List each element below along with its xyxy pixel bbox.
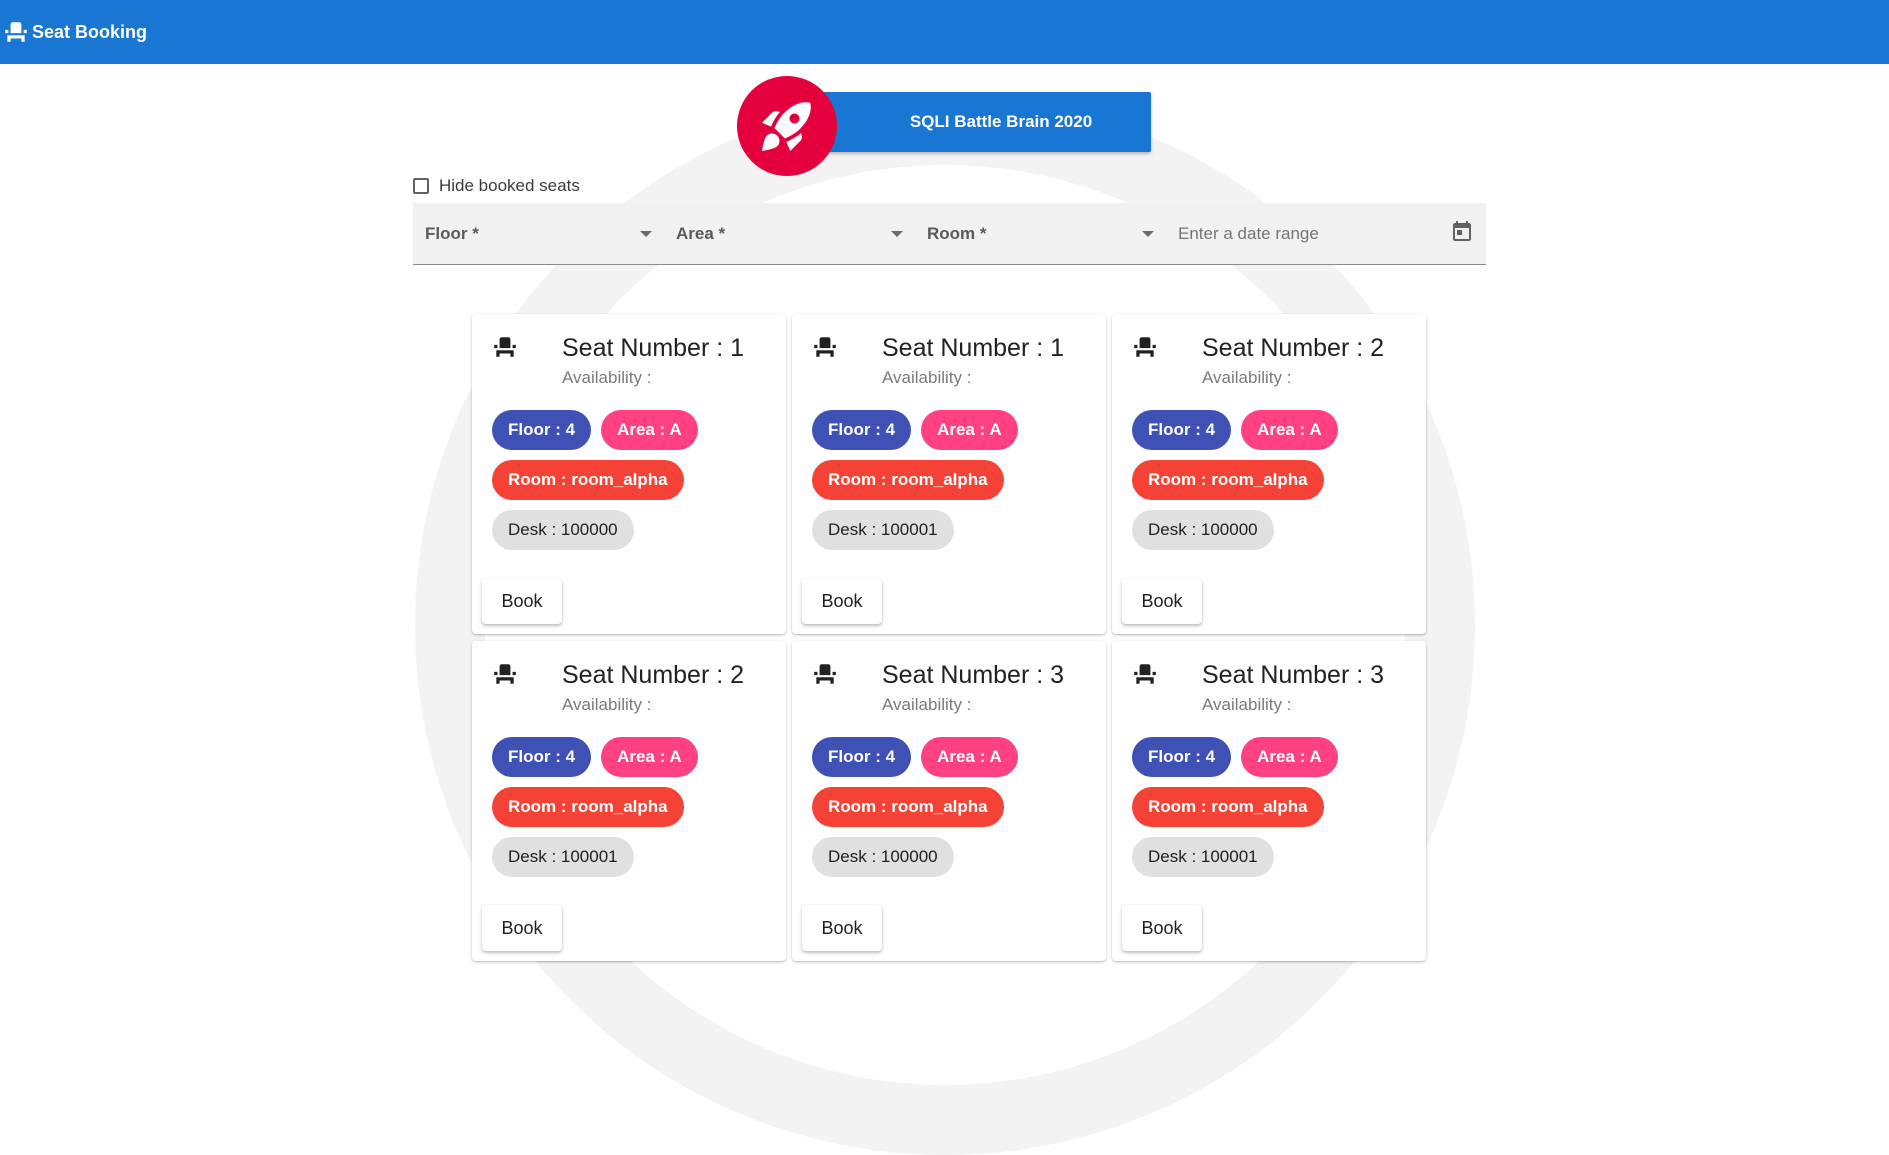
- room-chip: Room : room_alpha: [1132, 787, 1324, 827]
- book-button[interactable]: Book: [802, 905, 882, 951]
- room-chip: Room : room_alpha: [1132, 460, 1324, 500]
- area-select[interactable]: Area *: [664, 203, 915, 264]
- hide-booked-checkbox[interactable]: [413, 178, 429, 194]
- area-chip: Area : A: [601, 737, 698, 777]
- area-chip: Area : A: [1241, 410, 1338, 450]
- area-chip: Area : A: [921, 410, 1018, 450]
- book-button[interactable]: Book: [482, 905, 562, 951]
- seat-availability: Availability :: [562, 368, 652, 387]
- floor-chip: Floor : 4: [1132, 737, 1232, 777]
- seat-chips: Floor : 4 Area : A Room : room_alpha Des…: [812, 410, 1102, 560]
- seat-grid: Seat Number : 1 Availability : Floor : 4…: [472, 314, 1426, 961]
- floor-chip: Floor : 4: [812, 737, 912, 777]
- desk-chip: Desk : 100000: [492, 510, 634, 550]
- seat-availability: Availability :: [1202, 695, 1292, 714]
- floor-chip: Floor : 4: [492, 737, 592, 777]
- area-chip: Area : A: [601, 410, 698, 450]
- floor-chip: Floor : 4: [492, 410, 592, 450]
- seat-icon: [492, 334, 518, 360]
- chevron-down-icon: [640, 230, 652, 237]
- event-banner: SQLI Battle Brain 2020: [737, 76, 1151, 176]
- seat-chips: Floor : 4 Area : A Room : room_alpha Des…: [492, 410, 782, 560]
- room-chip: Room : room_alpha: [812, 787, 1004, 827]
- seat-chips: Floor : 4 Area : A Room : room_alpha Des…: [812, 737, 1102, 887]
- area-chip: Area : A: [1241, 737, 1338, 777]
- rocket-icon: [737, 76, 837, 176]
- floor-select[interactable]: Floor *: [413, 203, 664, 264]
- seat-card: Seat Number : 2 Availability : Floor : 4…: [1112, 314, 1426, 634]
- app-title: Seat Booking: [32, 21, 148, 42]
- room-chip: Room : room_alpha: [492, 460, 684, 500]
- seat-availability: Availability :: [1202, 368, 1292, 387]
- seat-icon: [1132, 334, 1158, 360]
- chevron-down-icon: [891, 230, 903, 237]
- seat-chips: Floor : 4 Area : A Room : room_alpha Des…: [1132, 410, 1422, 560]
- room-chip: Room : room_alpha: [812, 460, 1004, 500]
- floor-chip: Floor : 4: [1132, 410, 1232, 450]
- seat-availability: Availability :: [882, 695, 972, 714]
- seat-title: Seat Number : 3: [1202, 661, 1385, 689]
- floor-chip: Floor : 4: [812, 410, 912, 450]
- seat-title: Seat Number : 1: [882, 334, 1065, 362]
- book-button[interactable]: Book: [1122, 578, 1202, 624]
- book-button[interactable]: Book: [1122, 905, 1202, 951]
- seat-availability: Availability :: [882, 368, 972, 387]
- seat-icon: [2, 18, 30, 46]
- seat-icon: [1132, 661, 1158, 687]
- seat-availability: Availability :: [562, 695, 652, 714]
- seat-title: Seat Number : 2: [562, 661, 745, 689]
- seat-chips: Floor : 4 Area : A Room : room_alpha Des…: [492, 737, 782, 887]
- seat-card: Seat Number : 3 Availability : Floor : 4…: [792, 641, 1106, 961]
- seat-card: Seat Number : 3 Availability : Floor : 4…: [1112, 641, 1426, 961]
- event-button[interactable]: SQLI Battle Brain 2020: [807, 92, 1151, 152]
- seat-chips: Floor : 4 Area : A Room : room_alpha Des…: [1132, 737, 1422, 887]
- area-select-label: Area *: [676, 223, 726, 243]
- room-select[interactable]: Room *: [915, 203, 1166, 264]
- desk-chip: Desk : 100000: [812, 837, 954, 877]
- desk-chip: Desk : 100000: [1132, 510, 1274, 550]
- desk-chip: Desk : 100001: [1132, 837, 1274, 877]
- chevron-down-icon: [1142, 230, 1154, 237]
- date-range-input[interactable]: Enter a date range: [1166, 203, 1486, 264]
- room-chip: Room : room_alpha: [492, 787, 684, 827]
- date-range-placeholder: Enter a date range: [1178, 223, 1319, 243]
- area-chip: Area : A: [921, 737, 1018, 777]
- book-button[interactable]: Book: [802, 578, 882, 624]
- seat-title: Seat Number : 2: [1202, 334, 1385, 362]
- room-select-label: Room *: [927, 223, 987, 243]
- desk-chip: Desk : 100001: [812, 510, 954, 550]
- app-brand[interactable]: Seat Booking: [2, 18, 147, 46]
- seat-icon: [812, 661, 838, 687]
- seat-card: Seat Number : 2 Availability : Floor : 4…: [472, 641, 786, 961]
- hide-booked-row: Hide booked seats: [413, 176, 580, 196]
- seat-card: Seat Number : 1 Availability : Floor : 4…: [472, 314, 786, 634]
- floor-select-label: Floor *: [425, 223, 479, 243]
- seat-icon: [812, 334, 838, 360]
- filter-bar: Floor * Area * Room * Enter a date range: [413, 203, 1486, 265]
- book-button[interactable]: Book: [482, 578, 562, 624]
- seat-title: Seat Number : 3: [882, 661, 1065, 689]
- seat-card: Seat Number : 1 Availability : Floor : 4…: [792, 314, 1106, 634]
- top-toolbar: Seat Booking: [0, 0, 1889, 64]
- desk-chip: Desk : 100001: [492, 837, 634, 877]
- seat-title: Seat Number : 1: [562, 334, 745, 362]
- hide-booked-label: Hide booked seats: [439, 176, 580, 195]
- calendar-icon[interactable]: [1450, 219, 1474, 248]
- seat-icon: [492, 661, 518, 687]
